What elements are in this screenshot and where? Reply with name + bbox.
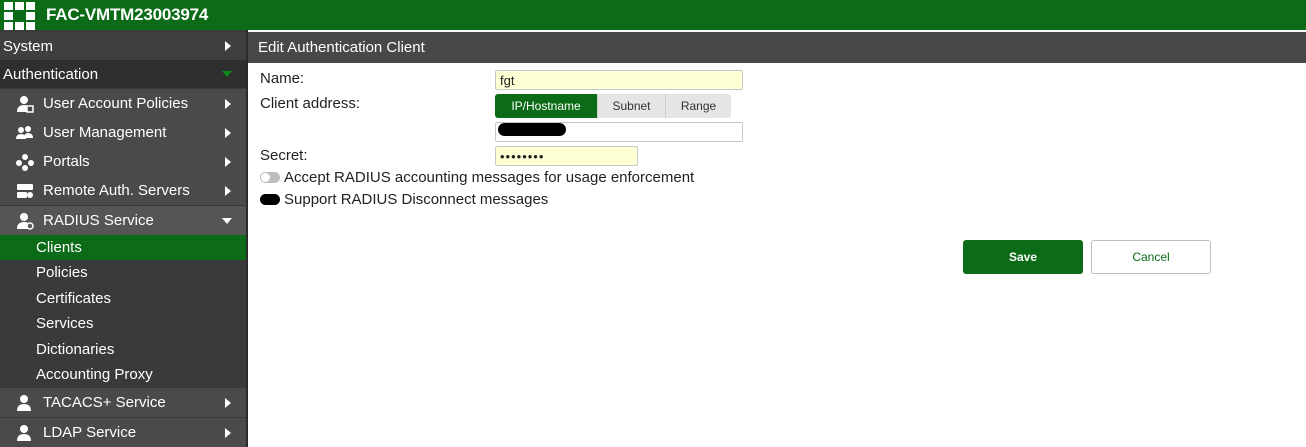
toggle-knob	[261, 195, 270, 204]
sidebar-item-label: System	[3, 37, 54, 55]
chevron-down-icon	[222, 217, 232, 224]
sidebar-subitem-accounting-proxy[interactable]: Accounting Proxy	[0, 362, 246, 387]
address-type-ip-hostname-button[interactable]: IP/Hostname	[495, 94, 597, 118]
sidebar-item-ldap-service[interactable]: LDAP Service	[0, 418, 246, 447]
panel-title-text: Edit Authentication Client	[258, 39, 425, 56]
user-policy-icon	[16, 95, 34, 113]
secret-input-value: ••••••••	[500, 148, 545, 164]
sidebar-item-label: User Account Policies	[43, 95, 189, 112]
address-type-subnet-button[interactable]: Subnet	[597, 94, 665, 118]
sidebar-item-tacacs-service[interactable]: TACACS+ Service	[0, 388, 246, 417]
sidebar-subitem-dictionaries[interactable]: Dictionaries	[0, 337, 246, 362]
support-disconnect-row: Support RADIUS Disconnect messages	[260, 191, 548, 208]
sidebar-item-label: Portals	[43, 153, 90, 170]
sidebar-item-portals[interactable]: Portals	[0, 147, 246, 176]
accept-accounting-toggle[interactable]	[260, 172, 280, 183]
sidebar-subitem-services[interactable]: Services	[0, 311, 246, 336]
chevron-right-icon	[225, 127, 231, 138]
top-bar: FAC-VMTM23003974	[0, 0, 1306, 30]
sidebar: System Authentication User Account Polic…	[0, 30, 246, 447]
client-address-label: Client address:	[260, 95, 361, 112]
sidebar-item-user-account-policies[interactable]: User Account Policies	[0, 89, 246, 118]
support-disconnect-toggle[interactable]	[260, 194, 280, 205]
name-input[interactable]: fgt	[495, 70, 743, 90]
secret-input[interactable]: ••••••••	[495, 146, 638, 166]
sidebar-item-authentication[interactable]: Authentication	[0, 60, 246, 88]
sidebar-item-label: Dictionaries	[36, 341, 115, 358]
sidebar-item-label: LDAP Service	[43, 424, 137, 441]
secret-label: Secret:	[260, 147, 308, 164]
fortinet-logo-icon[interactable]	[2, 0, 38, 30]
name-input-value: fgt	[500, 72, 515, 88]
ldap-icon	[16, 424, 34, 442]
sidebar-item-radius-service[interactable]: RADIUS Service	[0, 206, 246, 235]
address-type-selector: IP/Hostname Subnet Range	[495, 94, 731, 118]
app-title: FAC-VMTM23003974	[46, 5, 209, 24]
sidebar-subitem-clients[interactable]: Clients	[0, 235, 246, 260]
sidebar-item-label: Certificates	[36, 290, 112, 307]
save-button[interactable]: Save	[963, 240, 1083, 274]
radius-icon	[16, 212, 34, 230]
sidebar-subitem-policies[interactable]: Policies	[0, 260, 246, 285]
accept-accounting-label: Accept RADIUS accounting messages for us…	[284, 169, 695, 186]
sidebar-item-user-management[interactable]: User Management	[0, 118, 246, 147]
tacacs-icon	[16, 394, 34, 412]
support-disconnect-label: Support RADIUS Disconnect messages	[284, 191, 549, 208]
sidebar-item-label: Accounting Proxy	[36, 366, 153, 383]
sidebar-item-system[interactable]: System	[0, 32, 246, 60]
chevron-right-icon	[225, 397, 231, 408]
sidebar-item-label: Policies	[36, 264, 88, 281]
sidebar-item-label: RADIUS Service	[43, 212, 154, 229]
sidebar-subitem-certificates[interactable]: Certificates	[0, 286, 246, 311]
chevron-down-icon	[222, 71, 232, 77]
redaction-mark	[498, 123, 566, 136]
sidebar-item-label: Remote Auth. Servers	[43, 182, 190, 199]
sidebar-item-label: User Management	[43, 124, 167, 141]
portals-icon	[16, 153, 34, 171]
chevron-right-icon	[225, 98, 231, 109]
sidebar-item-label: Authentication	[3, 65, 99, 83]
accept-accounting-row: Accept RADIUS accounting messages for us…	[260, 169, 694, 186]
toggle-knob	[261, 173, 270, 182]
users-icon	[16, 124, 34, 142]
name-label: Name:	[260, 70, 305, 87]
chevron-right-icon	[225, 427, 231, 438]
chevron-right-icon	[225, 185, 231, 196]
chevron-right-icon	[225, 41, 231, 51]
sidebar-item-label: TACACS+ Service	[43, 394, 166, 411]
sidebar-item-remote-auth-servers[interactable]: Remote Auth. Servers	[0, 176, 246, 205]
address-type-range-button[interactable]: Range	[665, 94, 731, 118]
panel-title: Edit Authentication Client	[248, 32, 1306, 63]
chevron-right-icon	[225, 156, 231, 167]
sidebar-divider	[246, 30, 248, 447]
server-icon	[16, 182, 34, 200]
cancel-button[interactable]: Cancel	[1091, 240, 1211, 274]
sidebar-item-label: Clients	[36, 239, 82, 256]
sidebar-item-label: Services	[36, 315, 94, 332]
